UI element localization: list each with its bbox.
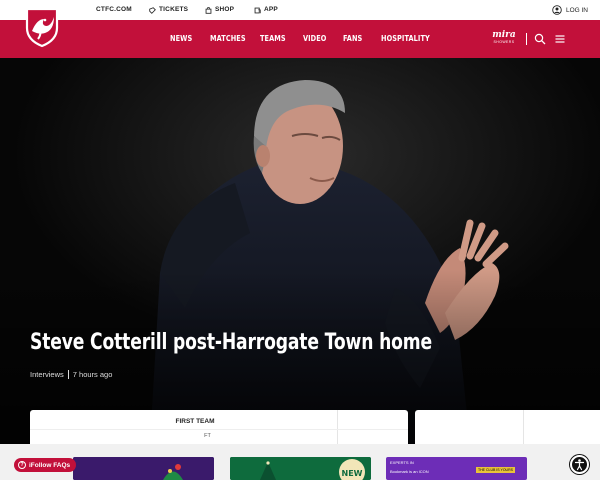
site-link[interactable]: CTFC.COM <box>96 0 132 20</box>
shop-link[interactable]: SHOP <box>205 0 234 20</box>
promo-new-badge: NEW <box>339 459 365 480</box>
promo-3[interactable]: EXPERTS IN Bookmark is an ICON THE CLUB … <box>386 457 527 480</box>
hero-category[interactable]: Interviews <box>30 370 64 379</box>
shop-label: SHOP <box>215 6 235 13</box>
login-button[interactable]: LOG IN <box>552 0 588 20</box>
hero-timestamp: 7 hours ago <box>72 370 113 379</box>
hero-photo <box>0 58 600 444</box>
nav-hospitality[interactable]: HOSPITALITY <box>381 20 430 58</box>
sponsor-logo[interactable]: mira SHOWERS <box>492 31 516 47</box>
fixture-team-label: FIRST TEAM <box>175 418 215 425</box>
accessibility-button[interactable] <box>570 455 589 474</box>
meta-separator <box>67 370 69 379</box>
app-link[interactable]: APP <box>254 0 278 20</box>
faq-label: iFollow FAQs <box>29 461 71 469</box>
app-icon <box>254 7 261 13</box>
promo-3-line2: Bookmark is an ICON <box>390 469 429 474</box>
nav-news[interactable]: NEWS <box>170 20 192 58</box>
shopping-bag-icon <box>205 6 212 14</box>
promo-2[interactable]: NEW <box>230 457 371 480</box>
fixture-divider <box>30 429 408 430</box>
app-label: APP <box>264 6 278 13</box>
promo-3-tag: THE CLUB IS YOURS <box>476 467 515 473</box>
hero-banner[interactable]: Steve Cotterill post-Harrogate Town home… <box>0 58 600 444</box>
nav-teams[interactable]: TEAMS <box>260 20 286 58</box>
nav-divider <box>526 33 527 45</box>
sponsor-sub: SHOWERS <box>493 40 515 44</box>
login-label: LOG IN <box>565 6 588 14</box>
club-crest[interactable] <box>24 6 60 48</box>
search-icon[interactable] <box>534 33 546 45</box>
help-icon: ? <box>18 461 26 469</box>
hero-title[interactable]: Steve Cotterill post-Harrogate Town home <box>30 330 432 355</box>
promo-1-art <box>73 457 214 480</box>
accessibility-icon <box>574 459 585 471</box>
tickets-link[interactable]: TICKETS <box>149 0 188 20</box>
nav-matches[interactable]: MATCHES <box>210 20 246 58</box>
nav-fans[interactable]: FANS <box>343 20 362 58</box>
ticket-icon <box>149 6 156 14</box>
hero-meta: Interviews 7 hours ago <box>30 370 112 379</box>
main-navigation: NEWS MATCHES TEAMS VIDEO FANS HOSPITALIT… <box>0 20 600 58</box>
user-icon <box>552 5 562 15</box>
sponsor-name: mira <box>492 30 516 40</box>
fixture-status: FT <box>204 433 211 439</box>
nav-video[interactable]: VIDEO <box>303 20 326 58</box>
promo-1[interactable] <box>73 457 214 480</box>
menu-icon[interactable] <box>554 33 566 45</box>
ifollow-faq-button[interactable]: ? iFollow FAQs <box>14 458 77 472</box>
tickets-label: TICKETS <box>159 6 189 13</box>
promo-3-line1: EXPERTS IN <box>390 460 414 465</box>
utility-bar: CTFC.COM TICKETS SHOP APP LOG IN <box>0 0 600 20</box>
